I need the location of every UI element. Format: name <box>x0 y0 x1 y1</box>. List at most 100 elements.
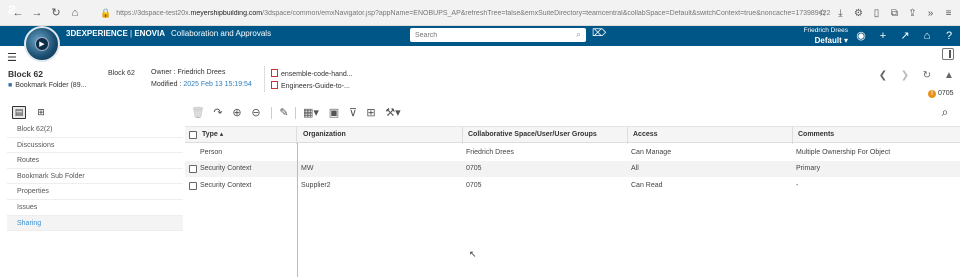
cell-type: Person <box>200 149 223 156</box>
column-comments[interactable]: Comments <box>793 127 960 144</box>
category-nav: Block 62(2) Discussions Routes Bookmark … <box>7 122 183 277</box>
collab-space-selector[interactable]: Default ▾ <box>790 35 848 46</box>
object-folder: ■ Bookmark Folder (89... <box>8 82 87 89</box>
cell-organization: Supplier2 <box>301 182 331 189</box>
column-access[interactable]: Access <box>628 127 793 144</box>
app-title: 3DEXPERIENCE | ENOVIA Collaboration and A… <box>66 29 272 38</box>
search-box[interactable]: ⌕ <box>410 28 586 42</box>
nav-item-block[interactable]: Block 62(2) <box>7 122 183 138</box>
list-view-icon[interactable]: ▤ <box>12 106 26 119</box>
home-icon[interactable]: ⌂ <box>67 5 83 21</box>
file-link[interactable]: Engineers-Guide-to-... <box>271 81 350 90</box>
alert-badge[interactable]: ! 0705 <box>928 90 954 98</box>
favorite-icon[interactable]: ☆ <box>815 5 830 21</box>
column-organization[interactable]: Organization <box>298 127 463 144</box>
home-icon[interactable]: ⌂ <box>919 28 935 43</box>
row-checkbox[interactable] <box>189 165 197 173</box>
table-toolbar: 🗑 ↷ ⊕ ⊖ ✎ ▦▾ ▣ ⊽ ⊞ ⚒▾ ⌕ <box>190 104 960 122</box>
cell-space: 0705 <box>466 165 482 172</box>
frozen-column-divider[interactable] <box>297 143 298 277</box>
remove-member-icon[interactable]: ⊖ <box>248 104 264 121</box>
menu-icon[interactable]: ☰ <box>7 51 17 64</box>
columns-icon[interactable]: ⊞ <box>363 104 379 121</box>
cell-type: Security Context <box>200 182 252 189</box>
nav-item-bookmark-sub-folder[interactable]: Bookmark Sub Folder <box>7 169 183 185</box>
redo-icon[interactable]: ↷ <box>210 104 226 121</box>
table-view-icon[interactable]: ▦▾ <box>300 104 322 121</box>
object-type: Block 62 <box>108 70 135 77</box>
tag-icon[interactable]: ⌦ <box>592 28 606 39</box>
add-member-icon[interactable]: ⊕ <box>229 104 245 121</box>
cell-access: Can Read <box>631 182 663 189</box>
panel-toggle-icon[interactable] <box>942 48 954 60</box>
table-row[interactable]: Security Context MW 0705 All Primary <box>185 161 960 177</box>
delete-icon[interactable]: 🗑 <box>190 104 206 121</box>
share-icon[interactable]: ↗ <box>897 28 913 43</box>
user-context[interactable]: Friedrich Drees Default ▾ <box>790 26 848 46</box>
modified-field: Modified : 2025 Feb 13 15:19:54 <box>151 81 252 88</box>
bookmark-icon: ■ <box>8 82 13 89</box>
add-icon[interactable]: + <box>875 28 891 43</box>
forward-icon[interactable]: → <box>29 5 45 21</box>
filter-icon[interactable]: ⊽ <box>345 104 361 121</box>
browser-toolbar: ← → ↻ ⌂ 🔒 https://3dspace-test20x.meyers… <box>0 0 960 26</box>
select-all-checkbox[interactable] <box>189 131 197 139</box>
collapse-icon[interactable]: ▲ <box>943 70 955 81</box>
split-screen-icon[interactable]: ▯ <box>869 5 884 21</box>
pdf-icon <box>271 81 278 89</box>
export-icon[interactable]: ▣ <box>326 104 342 121</box>
tools-icon[interactable]: ⚒▾ <box>382 104 404 121</box>
structure-view-icon[interactable]: ⊞ <box>34 106 48 119</box>
downloads-icon[interactable]: ⤓ <box>833 5 848 21</box>
row-checkbox[interactable] <box>189 182 197 190</box>
cell-access: All <box>631 165 639 172</box>
cell-comments: - <box>796 182 799 189</box>
cell-space: 0705 <box>466 182 482 189</box>
mouse-cursor-icon: ↖ <box>469 249 477 259</box>
pdf-icon <box>271 69 278 77</box>
user-icon[interactable]: ◉ <box>853 28 869 43</box>
divider <box>264 66 265 92</box>
cell-comments: Primary <box>796 165 821 172</box>
collections-icon[interactable]: ⧉ <box>887 5 902 21</box>
share-icon[interactable]: ⇪ <box>905 5 920 21</box>
refresh-icon[interactable]: ↻ <box>921 70 933 81</box>
column-space[interactable]: Collaborative Space/User/User Groups <box>463 127 628 144</box>
table-row[interactable]: Person Friedrich Drees Can Manage Multip… <box>185 145 960 161</box>
sharing-table: Type ▴ Organization Collaborative Space/… <box>185 126 960 277</box>
alert-icon: ! <box>928 90 936 98</box>
cell-space: Friedrich Drees <box>466 149 514 156</box>
overflow-chevron-icon[interactable]: » <box>923 5 938 21</box>
owner-field: Owner : Friedrich Drees <box>151 69 226 76</box>
cell-comments: Multiple Ownership For Object <box>796 149 891 156</box>
reload-icon[interactable]: ↻ <box>48 5 64 21</box>
next-icon[interactable]: ❯ <box>899 70 911 81</box>
previous-icon[interactable]: ❮ <box>877 70 889 81</box>
compass-icon[interactable]: ▶ <box>24 26 60 62</box>
browser-menu-icon[interactable]: ≡ <box>941 5 956 21</box>
toolbar-separator <box>295 107 296 119</box>
nav-item-properties[interactable]: Properties <box>7 184 183 200</box>
lock-icon: 🔒 <box>100 8 112 18</box>
toolbar-separator <box>271 107 272 119</box>
nav-item-routes[interactable]: Routes <box>7 153 183 169</box>
table-header: Type ▴ Organization Collaborative Space/… <box>185 126 960 144</box>
search-icon[interactable]: ⌕ <box>576 29 581 40</box>
nav-item-issues[interactable]: Issues <box>7 200 183 216</box>
cell-organization: MW <box>301 165 314 172</box>
address-bar[interactable]: 🔒 https://3dspace-test20x.meyershipbuild… <box>100 6 842 21</box>
table-row[interactable]: Security Context Supplier2 0705 Can Read… <box>185 178 960 194</box>
object-title: Block 62 <box>8 69 43 79</box>
ds-logo-icon[interactable]: Ƨ <box>4 2 20 18</box>
extensions-icon[interactable]: ⚙ <box>851 5 866 21</box>
search-input[interactable] <box>415 31 565 39</box>
nav-item-discussions[interactable]: Discussions <box>7 138 183 154</box>
edit-icon[interactable]: ✎ <box>276 104 292 121</box>
column-type[interactable]: Type ▴ <box>197 127 297 144</box>
nav-item-sharing[interactable]: Sharing <box>7 215 183 232</box>
table-search-icon[interactable]: ⌕ <box>937 104 953 121</box>
cell-access: Can Manage <box>631 149 672 156</box>
help-icon[interactable]: ? <box>941 28 957 43</box>
file-link[interactable]: ensemble-code-hand... <box>271 69 353 78</box>
cell-type: Security Context <box>200 165 252 172</box>
